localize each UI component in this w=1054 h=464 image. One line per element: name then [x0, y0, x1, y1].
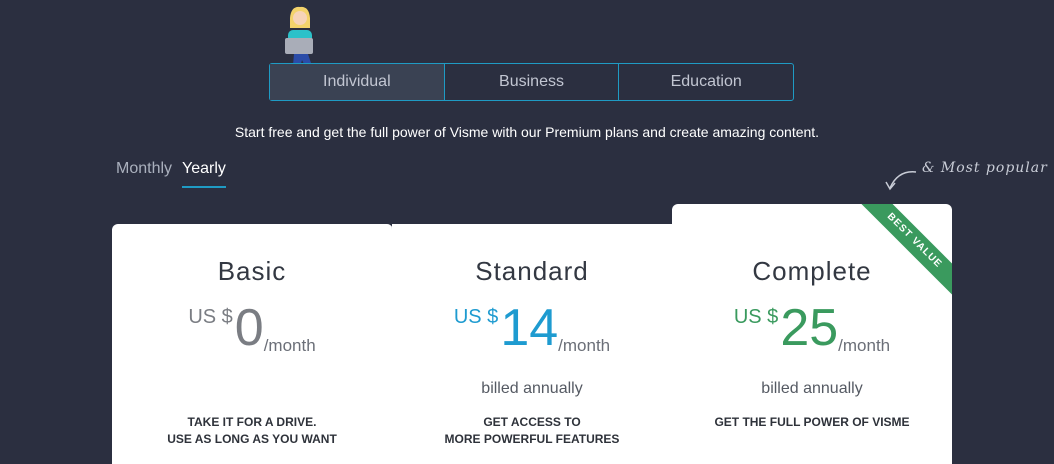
plan-name: Basic: [217, 256, 287, 286]
billing-yearly-toggle[interactable]: Yearly: [182, 160, 226, 188]
best-value-ribbon: BEST VALUE: [852, 204, 952, 304]
plan-card-standard: Standard US $ 14 /month billed annually …: [392, 224, 673, 464]
page-subtitle: Start free and get the full power of Vis…: [234, 124, 820, 140]
price-currency: US $: [453, 306, 499, 328]
tagline-line: GET THE FULL POWER OF VISME: [714, 415, 910, 429]
best-value-badge: BEST VALUE: [856, 204, 952, 299]
price-amount: 0: [234, 299, 264, 357]
plan-tagline: GET THE FULL POWER OF VISME: [672, 414, 952, 431]
plan-price: US $ 14 /month: [392, 302, 672, 356]
tagline-line: TAKE IT FOR A DRIVE.: [187, 415, 317, 429]
plan-card-complete: Complete US $ 25 /month billed annually …: [672, 204, 952, 464]
plan-tagline: TAKE IT FOR A DRIVE. USE AS LONG AS YOU …: [112, 414, 392, 448]
most-popular-note: & Most popular: [922, 160, 1048, 176]
price-period: /month: [838, 336, 891, 355]
tab-education[interactable]: Education: [619, 64, 793, 100]
price-amount: 14: [500, 299, 559, 357]
plan-tagline: GET ACCESS TO MORE POWERFUL FEATURES: [392, 414, 672, 448]
curved-arrow-icon: [885, 171, 917, 191]
billing-monthly-toggle[interactable]: Monthly: [116, 160, 172, 178]
plan-name: Standard: [475, 256, 589, 286]
price-period: /month: [263, 336, 316, 355]
audience-tabs: Individual Business Education: [269, 63, 794, 101]
tagline-line: GET ACCESS TO: [483, 415, 581, 429]
price-period: /month: [558, 336, 611, 355]
tagline-line: MORE POWERFUL FEATURES: [444, 432, 620, 446]
billing-note: billed annually: [481, 380, 583, 397]
tagline-line: USE AS LONG AS YOU WANT: [167, 432, 337, 446]
price-amount: 25: [780, 299, 839, 357]
billing-note: billed annually: [761, 380, 863, 397]
plan-card-basic: Basic US $ 0 /month TAKE IT FOR A DRIVE.…: [112, 224, 393, 464]
plan-price: US $ 25 /month: [672, 302, 952, 356]
tab-business[interactable]: Business: [445, 64, 620, 100]
plan-price: US $ 0 /month: [112, 302, 392, 356]
tab-individual[interactable]: Individual: [270, 64, 445, 100]
price-currency: US $: [733, 306, 779, 328]
price-currency: US $: [188, 306, 233, 328]
